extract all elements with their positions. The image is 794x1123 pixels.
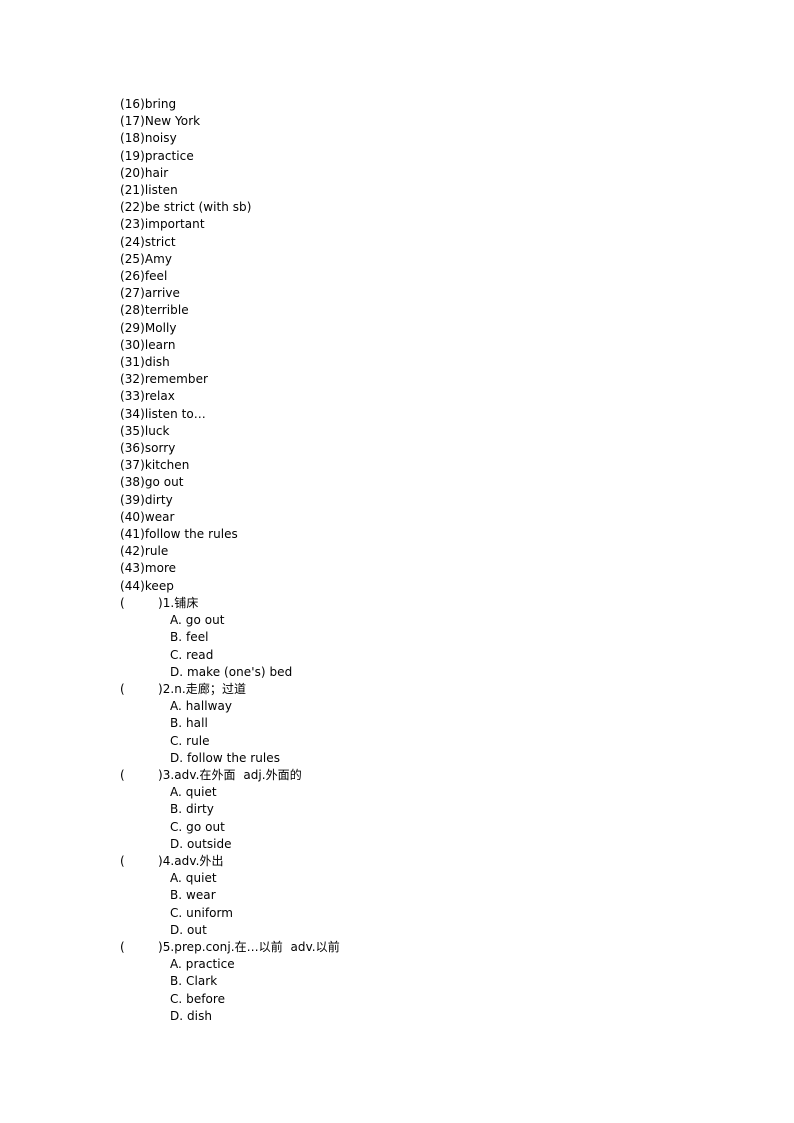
answer-blank[interactable]: ( xyxy=(120,595,158,612)
list-item: (31)dish xyxy=(120,355,170,370)
list-item: (42)rule xyxy=(120,544,169,559)
option-a[interactable]: A. hallway xyxy=(120,698,720,715)
document-content: (16)bring (17)New York (18)noisy (19)pra… xyxy=(120,96,720,1025)
question-text: )5.prep.conj.在…以前 adv.以前 xyxy=(158,939,340,954)
question-3: ()3.adv.在外面 adj.外面的 A. quiet B. dirty C.… xyxy=(120,767,720,853)
option-b[interactable]: B. hall xyxy=(120,715,720,732)
list-item: (28)terrible xyxy=(120,303,189,318)
list-item: (20)hair xyxy=(120,165,169,180)
list-item: (33)relax xyxy=(120,389,175,404)
question-stem: ()5.prep.conj.在…以前 adv.以前 xyxy=(120,939,720,956)
question-stem: ()1.铺床 xyxy=(120,595,720,612)
option-a[interactable]: A. go out xyxy=(120,612,720,629)
option-b[interactable]: B. dirty xyxy=(120,801,720,818)
document-page: (16)bring (17)New York (18)noisy (19)pra… xyxy=(0,0,794,1123)
list-item: (30)learn xyxy=(120,337,176,352)
option-d[interactable]: D. dish xyxy=(120,1008,720,1025)
list-item: (32)remember xyxy=(120,372,208,387)
list-item: (24)strict xyxy=(120,234,176,249)
answer-blank[interactable]: ( xyxy=(120,939,158,956)
option-d[interactable]: D. out xyxy=(120,922,720,939)
list-item: (27)arrive xyxy=(120,286,180,301)
question-stem: ()2.n.走廊；过道 xyxy=(120,681,720,698)
list-item: (41)follow the rules xyxy=(120,527,238,542)
list-item: (38)go out xyxy=(120,475,184,490)
vocabulary-list: (16)bring (17)New York (18)noisy (19)pra… xyxy=(120,96,720,595)
question-stem: ()4.adv.外出 xyxy=(120,853,720,870)
list-item: (23)important xyxy=(120,217,205,232)
list-item: (37)kitchen xyxy=(120,458,190,473)
answer-blank[interactable]: ( xyxy=(120,853,158,870)
question-text: )2.n.走廊；过道 xyxy=(158,681,247,696)
list-item: (39)dirty xyxy=(120,492,173,507)
option-b[interactable]: B. feel xyxy=(120,629,720,646)
option-c[interactable]: C. go out xyxy=(120,819,720,836)
question-2: ()2.n.走廊；过道 A. hallway B. hall C. rule D… xyxy=(120,681,720,767)
question-1: ()1.铺床 A. go out B. feel C. read D. make… xyxy=(120,595,720,681)
option-a[interactable]: A. quiet xyxy=(120,870,720,887)
multiple-choice-questions: ()1.铺床 A. go out B. feel C. read D. make… xyxy=(120,595,720,1025)
list-item: (35)luck xyxy=(120,423,170,438)
answer-blank[interactable]: ( xyxy=(120,767,158,784)
answer-blank[interactable]: ( xyxy=(120,681,158,698)
list-item: (26)feel xyxy=(120,269,168,284)
list-item: (25)Amy xyxy=(120,251,172,266)
question-text: )3.adv.在外面 adj.外面的 xyxy=(158,767,302,782)
list-item: (16)bring xyxy=(120,97,177,111)
option-a[interactable]: A. quiet xyxy=(120,784,720,801)
option-b[interactable]: B. Clark xyxy=(120,973,720,990)
list-item: (43)more xyxy=(120,561,177,576)
list-item: (21)listen xyxy=(120,183,178,198)
option-c[interactable]: C. before xyxy=(120,991,720,1008)
option-d[interactable]: D. follow the rules xyxy=(120,750,720,767)
list-item: (44)keep xyxy=(120,578,174,593)
question-4: ()4.adv.外出 A. quiet B. wear C. uniform D… xyxy=(120,853,720,939)
list-item: (18)noisy xyxy=(120,131,177,146)
question-stem: ()3.adv.在外面 adj.外面的 xyxy=(120,767,720,784)
option-c[interactable]: C. rule xyxy=(120,733,720,750)
question-text: )1.铺床 xyxy=(158,595,199,610)
list-item: (17)New York xyxy=(120,114,201,129)
option-b[interactable]: B. wear xyxy=(120,887,720,904)
list-item: (22)be strict (with sb) xyxy=(120,200,252,215)
option-d[interactable]: D. outside xyxy=(120,836,720,853)
list-item: (36)sorry xyxy=(120,441,176,456)
question-5: ()5.prep.conj.在…以前 adv.以前 A. practice B.… xyxy=(120,939,720,1025)
list-item: (29)Molly xyxy=(120,320,177,335)
list-item: (40)wear xyxy=(120,509,175,524)
list-item: (34)listen to… xyxy=(120,406,206,421)
option-d[interactable]: D. make (one's) bed xyxy=(120,664,720,681)
question-text: )4.adv.外出 xyxy=(158,853,224,868)
list-item: (19)practice xyxy=(120,148,194,163)
option-a[interactable]: A. practice xyxy=(120,956,720,973)
option-c[interactable]: C. read xyxy=(120,647,720,664)
option-c[interactable]: C. uniform xyxy=(120,905,720,922)
